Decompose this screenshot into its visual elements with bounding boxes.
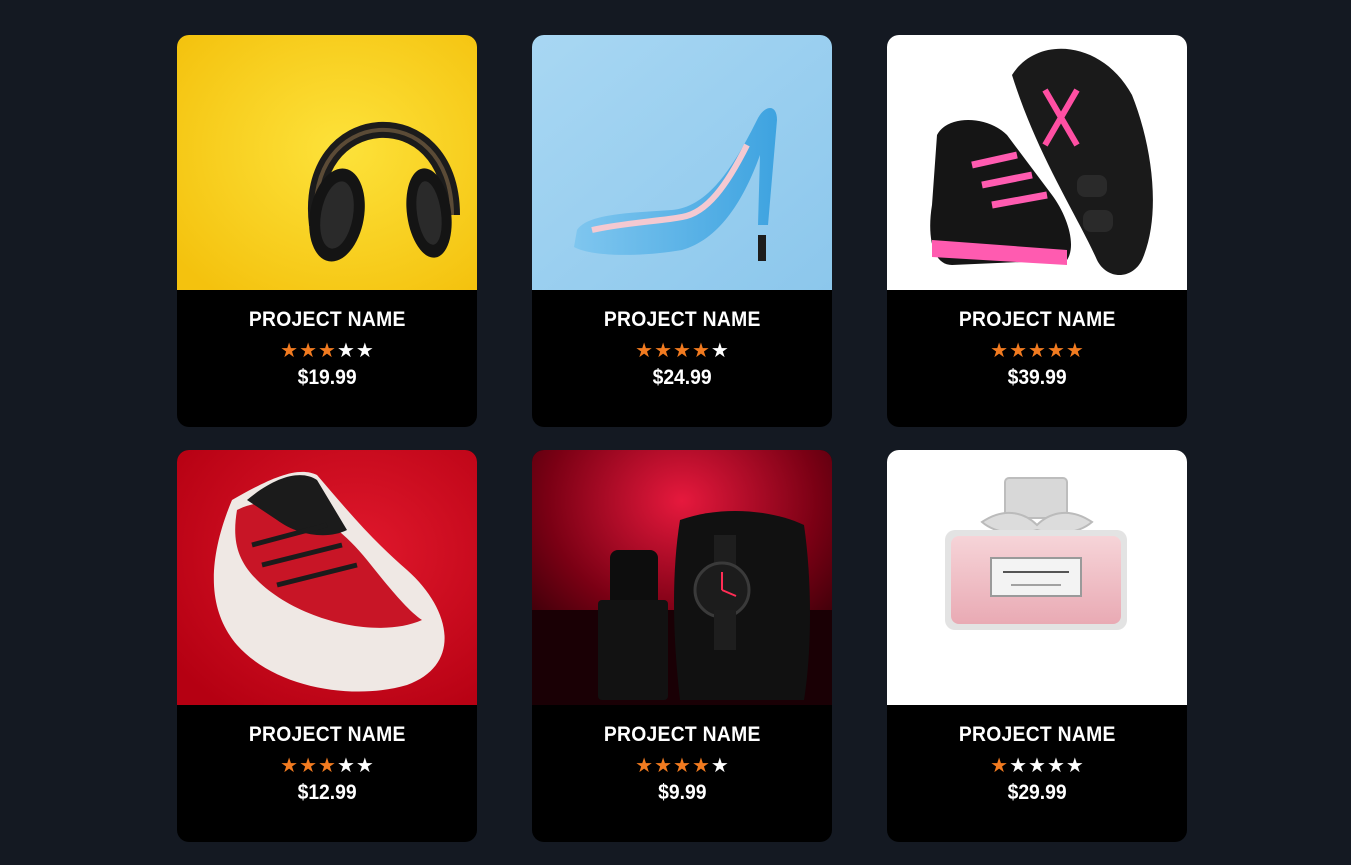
star-filled-icon: ★ xyxy=(299,753,318,777)
card-info: PROJECT NAME ★ ★ ★ ★ ★ $19.99 xyxy=(177,290,477,427)
red-sneaker-photo xyxy=(177,450,477,705)
rating-stars: ★ ★ ★ ★ ★ xyxy=(280,755,374,775)
star-filled-icon: ★ xyxy=(1046,338,1065,362)
perfume-photo xyxy=(887,450,1187,705)
product-card[interactable]: PROJECT NAME ★ ★ ★ ★ ★ $39.99 xyxy=(887,35,1187,427)
star-filled-icon: ★ xyxy=(299,338,318,362)
product-name: PROJECT NAME xyxy=(248,308,406,331)
star-filled-icon: ★ xyxy=(318,338,336,362)
product-name: PROJECT NAME xyxy=(603,308,761,331)
star-filled-icon: ★ xyxy=(280,338,299,362)
star-empty-icon: ★ xyxy=(710,338,729,362)
star-filled-icon: ★ xyxy=(1028,338,1046,362)
blue-heel-photo xyxy=(532,35,832,290)
product-card[interactable]: PROJECT NAME ★ ★ ★ ★ ★ $12.99 xyxy=(177,450,477,842)
card-info: PROJECT NAME ★ ★ ★ ★ ★ $12.99 xyxy=(177,705,477,842)
product-price: $24.99 xyxy=(652,366,712,389)
card-info: PROJECT NAME ★ ★ ★ ★ ★ $9.99 xyxy=(532,705,832,842)
star-filled-icon: ★ xyxy=(654,753,673,777)
product-card[interactable]: PROJECT NAME ★ ★ ★ ★ ★ $29.99 xyxy=(887,450,1187,842)
star-filled-icon: ★ xyxy=(280,753,299,777)
star-empty-icon: ★ xyxy=(1028,753,1046,777)
product-price: $19.99 xyxy=(297,366,357,389)
product-name: PROJECT NAME xyxy=(958,723,1116,746)
rating-stars: ★ ★ ★ ★ ★ xyxy=(990,340,1084,360)
star-filled-icon: ★ xyxy=(990,338,1009,362)
star-empty-icon: ★ xyxy=(1065,753,1084,777)
star-filled-icon: ★ xyxy=(990,753,1009,777)
headphones-photo xyxy=(177,35,477,290)
rating-stars: ★ ★ ★ ★ ★ xyxy=(990,755,1084,775)
product-card[interactable]: PROJECT NAME ★ ★ ★ ★ ★ $19.99 xyxy=(177,35,477,427)
product-name: PROJECT NAME xyxy=(603,723,761,746)
product-card[interactable]: PROJECT NAME ★ ★ ★ ★ ★ $24.99 xyxy=(532,35,832,427)
product-price: $39.99 xyxy=(1007,366,1067,389)
product-grid: PROJECT NAME ★ ★ ★ ★ ★ $19.99 PROJECT NA… xyxy=(177,35,1187,842)
star-filled-icon: ★ xyxy=(673,338,691,362)
star-empty-icon: ★ xyxy=(336,753,355,777)
product-price: $12.99 xyxy=(297,781,357,804)
product-price: $29.99 xyxy=(1007,781,1067,804)
star-filled-icon: ★ xyxy=(318,753,336,777)
product-price: $9.99 xyxy=(657,781,707,804)
star-filled-icon: ★ xyxy=(673,753,691,777)
rating-stars: ★ ★ ★ ★ ★ xyxy=(280,340,374,360)
star-filled-icon: ★ xyxy=(1065,338,1084,362)
star-filled-icon: ★ xyxy=(654,338,673,362)
star-filled-icon: ★ xyxy=(1009,338,1028,362)
watch-photo xyxy=(532,450,832,705)
star-filled-icon: ★ xyxy=(691,338,710,362)
rating-stars: ★ ★ ★ ★ ★ xyxy=(635,340,729,360)
card-info: PROJECT NAME ★ ★ ★ ★ ★ $24.99 xyxy=(532,290,832,427)
roller-sneaker-photo xyxy=(887,35,1187,290)
product-card[interactable]: PROJECT NAME ★ ★ ★ ★ ★ $9.99 xyxy=(532,450,832,842)
card-info: PROJECT NAME ★ ★ ★ ★ ★ $39.99 xyxy=(887,290,1187,427)
star-empty-icon: ★ xyxy=(1009,753,1028,777)
star-empty-icon: ★ xyxy=(1046,753,1065,777)
product-name: PROJECT NAME xyxy=(958,308,1116,331)
star-empty-icon: ★ xyxy=(336,338,355,362)
star-filled-icon: ★ xyxy=(691,753,710,777)
card-info: PROJECT NAME ★ ★ ★ ★ ★ $29.99 xyxy=(887,705,1187,842)
star-empty-icon: ★ xyxy=(355,753,374,777)
star-filled-icon: ★ xyxy=(635,753,654,777)
star-empty-icon: ★ xyxy=(710,753,729,777)
product-name: PROJECT NAME xyxy=(248,723,406,746)
rating-stars: ★ ★ ★ ★ ★ xyxy=(635,755,729,775)
star-empty-icon: ★ xyxy=(355,338,374,362)
star-filled-icon: ★ xyxy=(635,338,654,362)
